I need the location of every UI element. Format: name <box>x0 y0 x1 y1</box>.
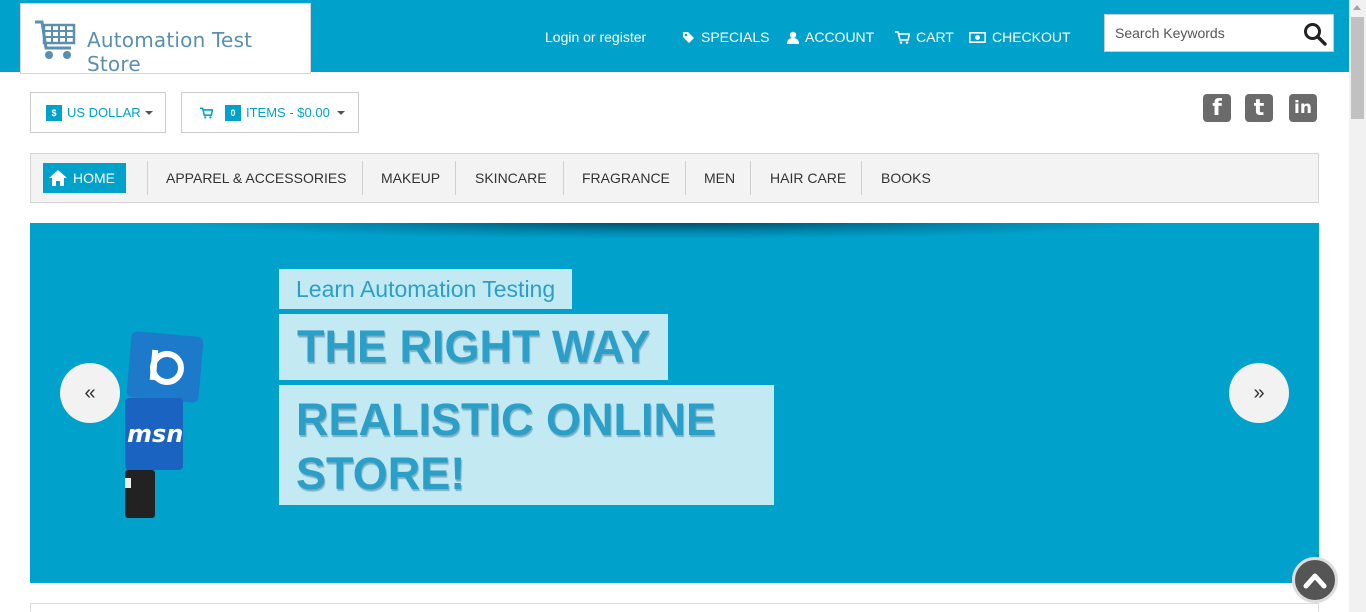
user-icon <box>787 31 799 44</box>
nav-home[interactable]: HOME <box>43 163 126 193</box>
chevron-double-left-icon: « <box>84 381 96 404</box>
cart-icon <box>895 30 910 44</box>
cart-dropdown[interactable]: 0 ITEMS - $0.00 <box>181 92 359 133</box>
search-box <box>1104 14 1334 52</box>
currency-label: US DOLLAR <box>67 105 141 120</box>
nav-item-hair-care[interactable]: HAIR CARE <box>770 161 846 195</box>
money-icon <box>969 31 986 43</box>
banner-subheadline: REALISTIC ONLINE STORE! <box>279 385 774 505</box>
slider-prev-button[interactable]: « <box>60 363 120 423</box>
nav-separator <box>362 161 363 195</box>
checkout-link[interactable]: CHECKOUT <box>969 29 1071 45</box>
chevron-up-icon <box>1303 573 1327 589</box>
nav-item-skincare[interactable]: SKINCARE <box>475 161 547 195</box>
nav-item-fragrance[interactable]: FRAGRANCE <box>582 161 670 195</box>
nav-item-makeup[interactable]: MAKEUP <box>381 161 440 195</box>
search-input[interactable] <box>1105 15 1295 51</box>
banner-slider: msn Learn Automation Testing THE RIGHT W… <box>30 223 1319 583</box>
cart-count-badge: 0 <box>225 104 241 121</box>
logo-text: Automation Test Store <box>87 28 253 76</box>
account-label: ACCOUNT <box>805 29 875 45</box>
banner-tagline: Learn Automation Testing <box>279 269 573 309</box>
caret-down-icon <box>144 110 153 115</box>
nav-separator <box>750 161 751 195</box>
cart-icon <box>200 106 213 118</box>
facebook-icon[interactable]: f <box>1203 94 1231 122</box>
nav-separator <box>455 161 456 195</box>
currency-dropdown[interactable]: $ US DOLLAR <box>30 92 166 133</box>
cart-summary-label: ITEMS - $0.00 <box>246 105 330 120</box>
chevron-double-right-icon: » <box>1253 381 1265 404</box>
store-logo[interactable]: Automation Test Store <box>20 3 311 76</box>
checkout-label: CHECKOUT <box>992 29 1071 45</box>
nav-separator <box>861 161 862 195</box>
nav-separator <box>147 161 148 195</box>
top-header: Automation Test Store Login or register … <box>0 0 1349 76</box>
cart-label: CART <box>916 29 954 45</box>
vertical-scrollbar[interactable] <box>1349 0 1366 612</box>
back-to-top-button[interactable] <box>1292 557 1338 603</box>
nav-item-apparel[interactable]: APPAREL & ACCESSORIES <box>166 161 347 195</box>
nav-item-books[interactable]: BOOKS <box>881 161 931 195</box>
caret-down-icon <box>336 110 345 115</box>
cart-logo-icon <box>35 20 76 59</box>
nav-separator <box>563 161 564 195</box>
slider-next-button[interactable]: » <box>1229 363 1289 423</box>
tag-icon <box>683 31 694 43</box>
search-icon[interactable] <box>1303 22 1327 46</box>
scroll-thumb[interactable] <box>1351 17 1364 119</box>
nav-separator <box>685 161 686 195</box>
cart-link[interactable]: CART <box>895 29 954 45</box>
twitter-icon[interactable]: t <box>1245 94 1273 122</box>
account-link[interactable]: ACCOUNT <box>787 29 874 45</box>
linkedin-icon[interactable]: in <box>1289 94 1317 122</box>
specials-link[interactable]: SPECIALS <box>682 29 769 45</box>
specials-label: SPECIALS <box>701 29 770 45</box>
category-nav: HOME APPAREL & ACCESSORIES MAKEUP SKINCA… <box>30 153 1319 203</box>
content-panel <box>30 603 1319 612</box>
search-engine-tiles-image: msn <box>125 331 204 518</box>
scroll-up-arrow-icon[interactable] <box>1353 5 1361 10</box>
banner-headline: THE RIGHT WAY <box>279 314 669 380</box>
currency-badge: $ <box>46 104 62 121</box>
home-icon <box>49 170 67 186</box>
svg-text:msn: msn <box>127 420 183 448</box>
nav-item-men[interactable]: MEN <box>704 161 735 195</box>
banner-shadow <box>170 223 1170 239</box>
login-register-link[interactable]: Login or register <box>545 29 646 45</box>
nav-home-label: HOME <box>73 170 115 186</box>
page: Automation Test Store Login or register … <box>0 0 1366 612</box>
